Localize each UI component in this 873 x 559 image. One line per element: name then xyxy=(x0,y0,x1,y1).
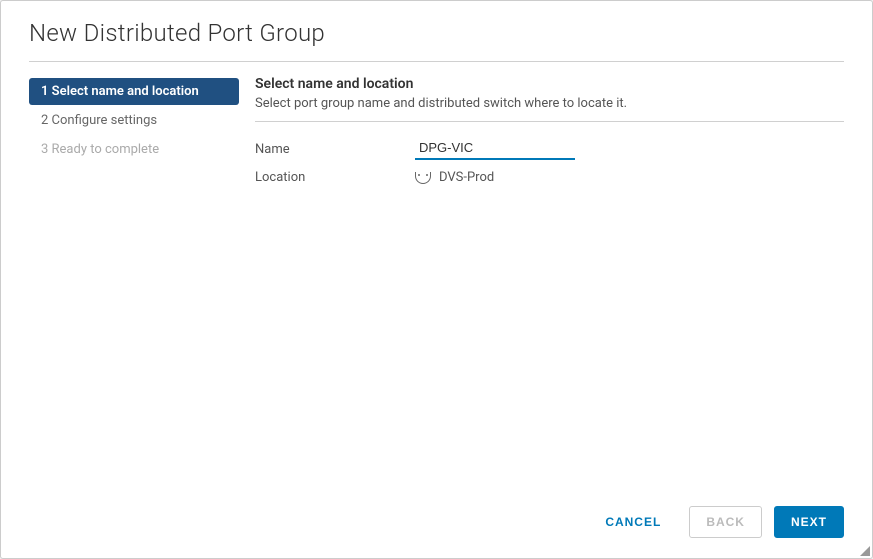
step-select-name-location[interactable]: 1 Select name and location xyxy=(29,78,239,105)
location-text: DVS-Prod xyxy=(439,170,494,185)
section-divider xyxy=(255,121,844,122)
next-button[interactable]: NEXT xyxy=(774,506,844,538)
form-row-location: Location DVS-Prod xyxy=(255,170,844,185)
section-description: Select port group name and distributed s… xyxy=(255,96,844,111)
form-row-name: Name xyxy=(255,138,844,160)
cancel-button[interactable]: CANCEL xyxy=(589,507,677,537)
dialog-body: 1 Select name and location 2 Configure s… xyxy=(1,62,872,490)
wizard-steps: 1 Select name and location 2 Configure s… xyxy=(29,76,239,490)
back-button[interactable]: BACK xyxy=(689,506,762,538)
dialog-header: New Distributed Port Group xyxy=(1,1,872,61)
name-input[interactable] xyxy=(415,138,575,160)
step-ready-to-complete[interactable]: 3 Ready to complete xyxy=(29,136,239,163)
location-label: Location xyxy=(255,170,415,185)
name-label: Name xyxy=(255,142,415,157)
step-configure-settings[interactable]: 2 Configure settings xyxy=(29,107,239,134)
wizard-dialog: New Distributed Port Group 1 Select name… xyxy=(0,0,873,559)
dialog-title: New Distributed Port Group xyxy=(29,19,844,47)
switch-icon xyxy=(415,172,431,184)
content-area: Select name and location Select port gro… xyxy=(249,76,844,490)
location-value: DVS-Prod xyxy=(415,170,494,185)
dialog-footer: CANCEL BACK NEXT xyxy=(1,490,872,558)
section-title: Select name and location xyxy=(255,76,844,92)
resize-handle[interactable] xyxy=(858,544,870,556)
